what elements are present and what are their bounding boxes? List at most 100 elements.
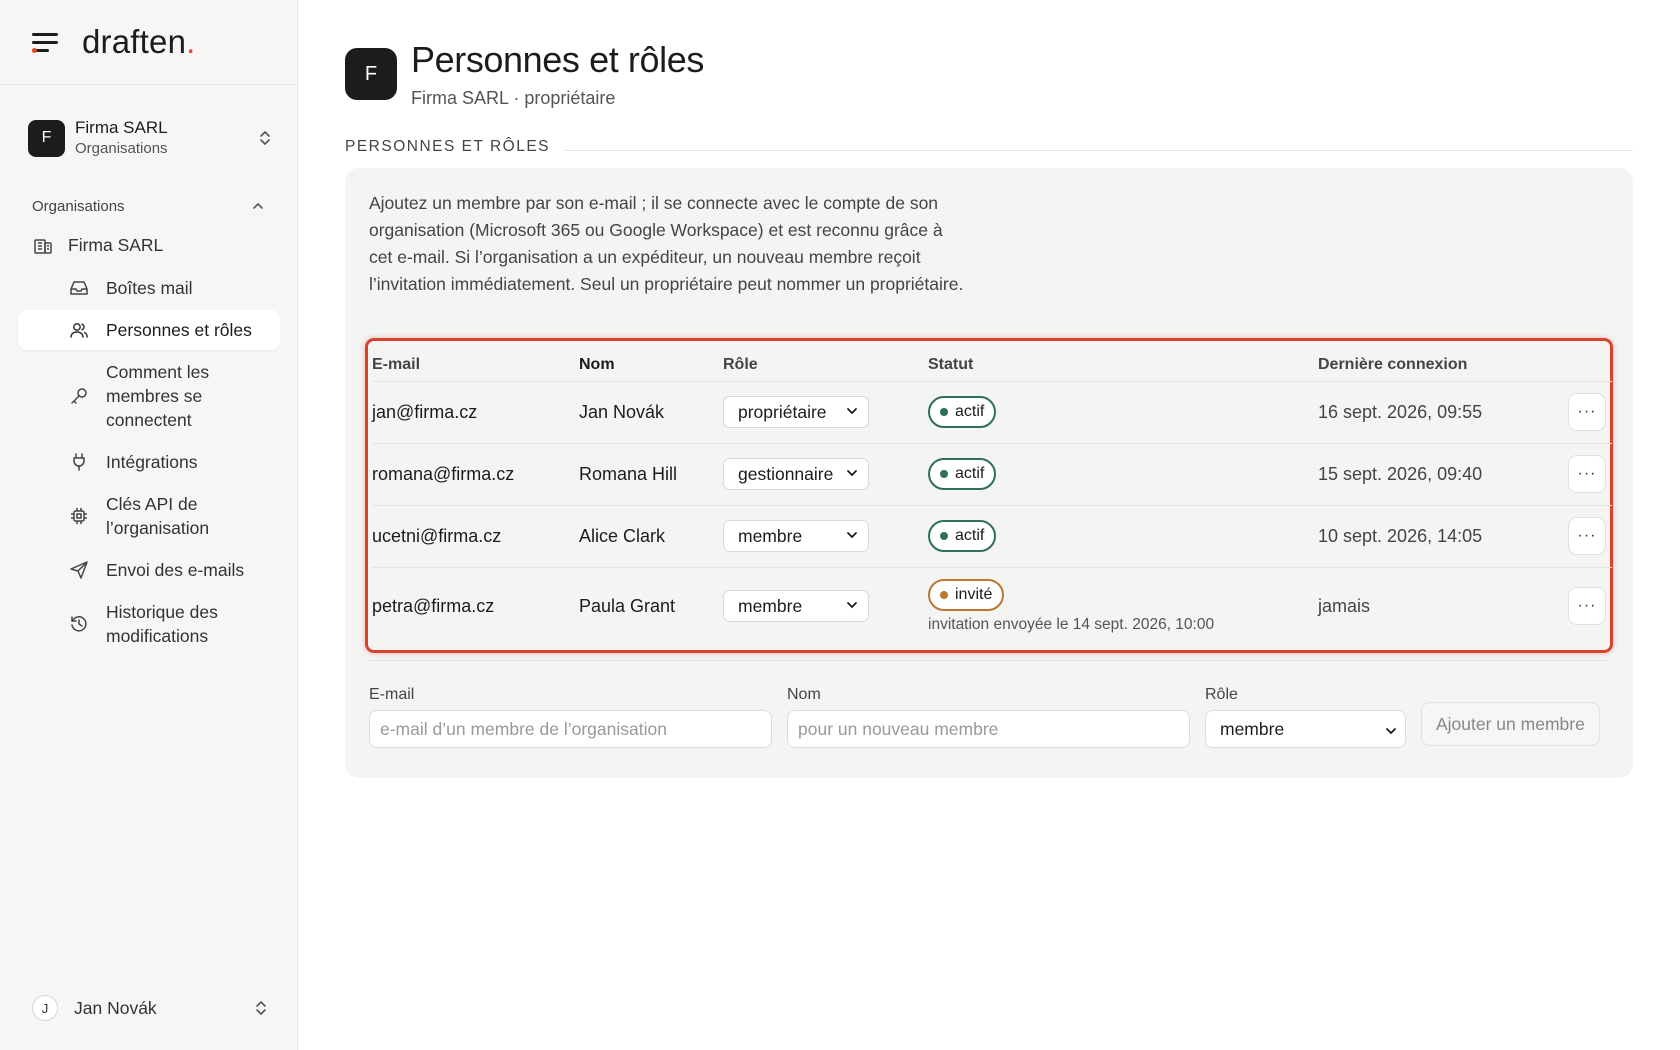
inbox-icon bbox=[68, 277, 90, 299]
column-header-role: Rôle bbox=[723, 341, 928, 382]
description: Ajoutez un membre par son e-mail ; il se… bbox=[369, 193, 964, 294]
more-actions-button[interactable]: ··· bbox=[1568, 455, 1606, 493]
column-header-actions bbox=[1568, 341, 1612, 382]
status-badge: actif bbox=[928, 520, 997, 552]
plug-icon bbox=[68, 451, 90, 473]
members-table: E-mail Nom Rôle Statut Dernière connexio… bbox=[372, 341, 1612, 645]
section-header: PERSONNES ET RÔLES bbox=[345, 138, 1633, 156]
sidebar-item-connexion[interactable]: Comment les membres se connectent bbox=[18, 352, 280, 440]
org-switcher[interactable]: F Firma SARL Organisations bbox=[28, 115, 272, 161]
chevron-down-icon bbox=[846, 468, 858, 480]
brand-bar: draften. bbox=[0, 0, 297, 85]
chevron-down-icon bbox=[846, 406, 858, 418]
last-login: 10 sept. 2026, 14:05 bbox=[1318, 505, 1568, 568]
status-dot-icon bbox=[940, 532, 948, 540]
role-select-value: propriétaire bbox=[738, 401, 827, 422]
chevron-down-icon bbox=[846, 530, 858, 542]
add-member-button[interactable]: Ajouter un membre bbox=[1421, 702, 1600, 746]
role-select[interactable]: gestionnaire bbox=[723, 458, 869, 490]
sidebar-item-cles-api[interactable]: Clés API de l’organisation bbox=[18, 484, 280, 548]
section-label: PERSONNES ET RÔLES bbox=[345, 138, 551, 155]
ellipsis-icon: ··· bbox=[1577, 465, 1597, 482]
page-header: F Personnes et rôles Firma SARL · propri… bbox=[345, 38, 704, 109]
chevron-updown-icon bbox=[258, 129, 272, 147]
last-login: 16 sept. 2026, 09:55 bbox=[1318, 381, 1568, 444]
member-name: Romana Hill bbox=[579, 443, 723, 506]
chevron-up-icon bbox=[252, 201, 264, 213]
menu-icon[interactable] bbox=[32, 32, 58, 53]
member-email: romana@firma.cz bbox=[372, 443, 579, 506]
members-table-highlight: E-mail Nom Rôle Statut Dernière connexio… bbox=[365, 338, 1613, 653]
members-card: Ajoutez un membre par son e-mail ; il se… bbox=[345, 168, 1633, 778]
role-select[interactable]: membre bbox=[723, 520, 869, 552]
more-actions-button[interactable]: ··· bbox=[1568, 517, 1606, 555]
role-select-value: membre bbox=[738, 525, 803, 546]
column-header-statut: Statut bbox=[928, 341, 1318, 382]
email-field-label: E-mail bbox=[369, 686, 415, 703]
users-icon bbox=[68, 319, 90, 341]
sidebar-item-label: Envoi des e-mails bbox=[106, 560, 245, 580]
member-email: jan@firma.cz bbox=[372, 381, 579, 444]
status-dot-icon bbox=[940, 590, 948, 599]
email-input[interactable]: e-mail d’un membre de l’organisation bbox=[369, 710, 772, 748]
invitation-note: invitation envoyée le 14 sept. 2026, 10:… bbox=[928, 615, 1215, 633]
chevron-down-icon bbox=[846, 600, 858, 612]
more-actions-button[interactable]: ··· bbox=[1568, 393, 1606, 431]
building-icon bbox=[32, 234, 54, 256]
column-header-email: E-mail bbox=[372, 341, 579, 382]
chip-icon bbox=[68, 505, 90, 527]
logo[interactable]: draften. bbox=[82, 23, 196, 61]
name-field: Nom pour un nouveau membre bbox=[787, 686, 1190, 748]
sidebar: draften. F Firma SARL Organisations Orga… bbox=[0, 0, 298, 1050]
role-select-value: gestionnaire bbox=[738, 463, 834, 484]
status-label: actif bbox=[955, 403, 985, 420]
key-icon bbox=[68, 385, 90, 407]
role-field-label: Rôle bbox=[1205, 686, 1238, 703]
user-switcher[interactable]: J Jan Novák bbox=[32, 995, 268, 1021]
table-row: petra@firma.cz Paula Grant membre invité… bbox=[372, 567, 1612, 645]
page-subtitle: Firma SARL · propriétaire bbox=[411, 88, 616, 108]
org-switcher-name: Firma SARL bbox=[75, 118, 168, 137]
member-email: ucetni@firma.cz bbox=[372, 505, 579, 568]
column-header-last-login: Dernière connexion bbox=[1318, 341, 1568, 382]
sidebar-item-label: Firma SARL bbox=[68, 234, 164, 255]
more-actions-button[interactable]: ··· bbox=[1568, 587, 1606, 626]
sidebar-item-personnes-et-roles[interactable]: Personnes et rôles bbox=[18, 310, 280, 350]
chevron-updown-icon bbox=[254, 999, 268, 1017]
column-header-nom: Nom bbox=[579, 341, 723, 382]
sidebar-nav: Boîtes mail Personnes et rôles Comment l… bbox=[18, 268, 280, 658]
sidebar-item-label: Historique des modifications bbox=[106, 602, 218, 646]
name-input[interactable]: pour un nouveau membre bbox=[787, 710, 1190, 748]
org-avatar: F bbox=[28, 119, 65, 157]
member-name: Alice Clark bbox=[579, 505, 723, 568]
role-select-value: membre bbox=[738, 595, 803, 616]
table-row: ucetni@firma.cz Alice Clark membre actif… bbox=[372, 505, 1612, 568]
status-badge: actif bbox=[928, 396, 997, 428]
new-role-select[interactable]: membre bbox=[1205, 710, 1406, 748]
user-avatar: J bbox=[32, 995, 58, 1021]
ellipsis-icon: ··· bbox=[1577, 527, 1597, 544]
status-label: invité bbox=[955, 585, 993, 603]
sidebar-section-organisations[interactable]: Organisations bbox=[32, 198, 264, 215]
member-name: Paula Grant bbox=[579, 595, 676, 616]
role-select[interactable]: membre bbox=[723, 590, 869, 623]
status-label: actif bbox=[955, 527, 985, 544]
status-badge: actif bbox=[928, 458, 997, 490]
chevron-down-icon bbox=[1385, 719, 1397, 740]
last-login: 15 sept. 2026, 09:40 bbox=[1318, 443, 1568, 506]
table-row: romana@firma.cz Romana Hill gestionnaire… bbox=[372, 443, 1612, 506]
ellipsis-icon: ··· bbox=[1577, 403, 1597, 420]
new-role-value: membre bbox=[1220, 718, 1285, 739]
member-name: Jan Novák bbox=[579, 381, 723, 444]
sidebar-item-envoi-emails[interactable]: Envoi des e-mails bbox=[18, 550, 280, 590]
name-field-label: Nom bbox=[787, 686, 821, 703]
sidebar-item-label: Clés API de l’organisation bbox=[106, 494, 210, 538]
org-switcher-sub: Organisations bbox=[75, 140, 168, 157]
sidebar-item-historique[interactable]: Historique des modifications bbox=[18, 592, 280, 656]
sidebar-item-firma-sarl[interactable]: Firma SARL bbox=[32, 234, 163, 256]
sidebar-item-boites-mail[interactable]: Boîtes mail bbox=[18, 268, 280, 308]
email-field: E-mail e-mail d’un membre de l’organisat… bbox=[369, 686, 772, 748]
history-icon bbox=[68, 613, 90, 635]
sidebar-item-integrations[interactable]: Intégrations bbox=[18, 442, 280, 482]
role-select[interactable]: propriétaire bbox=[723, 396, 869, 428]
